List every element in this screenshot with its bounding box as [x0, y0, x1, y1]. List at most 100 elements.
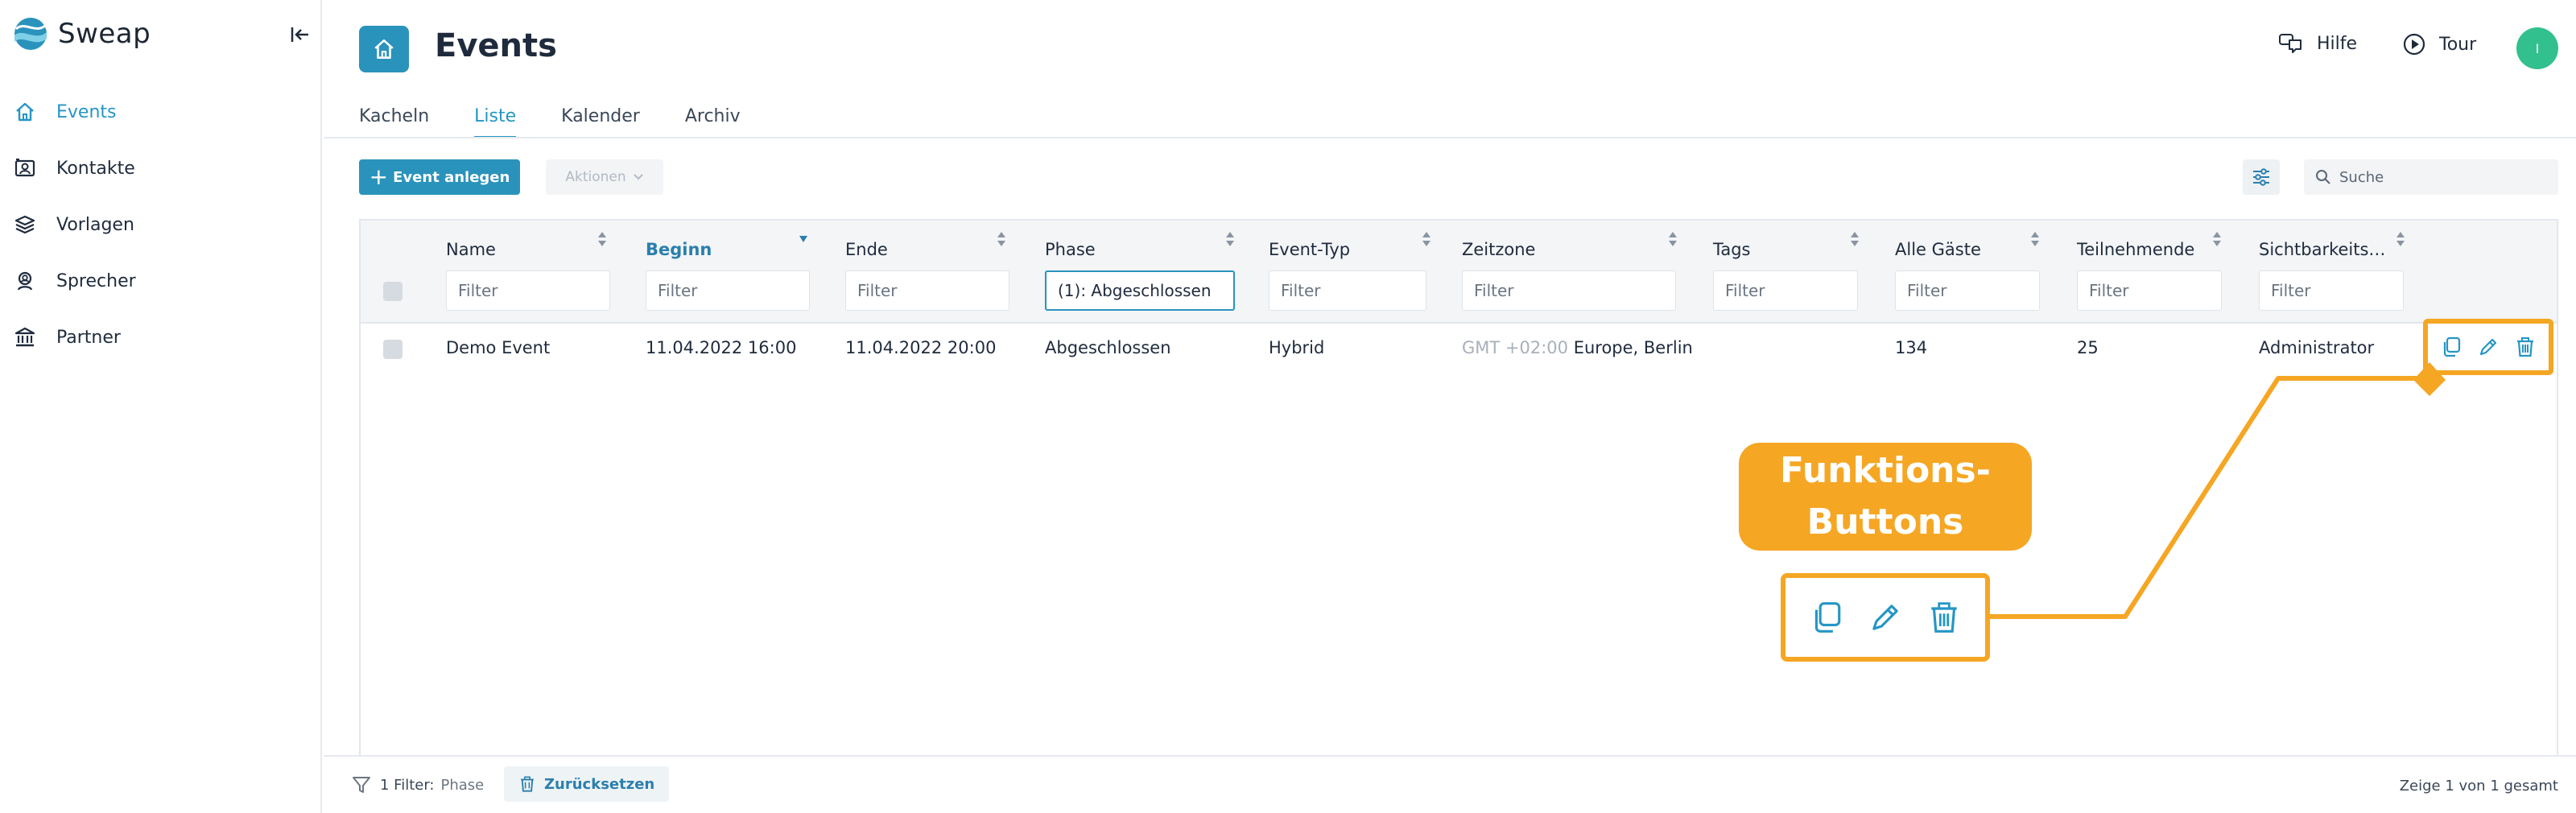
tabs-divider	[324, 137, 2576, 138]
sidebar: Sweap Events Kontakte Vorlagen Sprecher …	[0, 0, 322, 813]
sort-icon[interactable]	[1850, 230, 1860, 248]
sort-icon[interactable]	[1225, 230, 1235, 248]
actions-dropdown[interactable]: Aktionen	[546, 159, 663, 195]
sort-icon[interactable]	[1422, 230, 1431, 248]
edit-button[interactable]	[2475, 333, 2502, 361]
reset-filter-button[interactable]: Zurücksetzen	[504, 766, 670, 802]
column-header-ende[interactable]: Ende	[845, 233, 888, 266]
sidebar-item-kontakte[interactable]: Kontakte	[0, 140, 320, 196]
search-input[interactable]	[2339, 168, 2549, 186]
sweap-logo-icon	[14, 18, 47, 50]
filter-input-beginn[interactable]	[646, 270, 810, 311]
filter-input-zeitzone[interactable]	[1462, 270, 1676, 311]
chevron-down-icon	[633, 174, 643, 180]
timezone-offset: GMT +02:00	[1462, 338, 1569, 357]
filter-count: 1 Filter:	[380, 776, 435, 794]
cell-event-typ: Hybrid	[1269, 338, 1325, 357]
create-event-button[interactable]: + Event anlegen	[359, 159, 520, 195]
callout-label: Funktions-Buttons	[1739, 443, 2032, 551]
trash-icon	[518, 775, 536, 793]
edit-pencil-icon	[1872, 605, 1898, 630]
sidebar-nav: Events Kontakte Vorlagen Sprecher Partne…	[0, 84, 320, 365]
tour-button[interactable]: Tour	[2402, 32, 2476, 56]
column-header-sichtbarkeit[interactable]: Sichtbarkeits…	[2259, 233, 2385, 266]
sort-desc-icon[interactable]	[799, 235, 808, 243]
contact-card-icon	[13, 156, 37, 180]
cell-name: Demo Event	[446, 338, 551, 357]
create-event-label: Event anlegen	[393, 168, 510, 186]
search-icon	[2316, 170, 2330, 184]
sort-icon[interactable]	[997, 230, 1006, 248]
cell-ende: 11.04.2022 20:00	[845, 338, 997, 357]
column-header-name[interactable]: Name	[446, 233, 496, 266]
sliders-icon	[2253, 168, 2269, 186]
copy-icon	[1814, 602, 1840, 633]
column-header-teilnehmende[interactable]: Teilnehmende	[2077, 233, 2194, 266]
filter-input-sichtbarkeit[interactable]	[2259, 270, 2404, 311]
filter-input-alle-gaeste[interactable]	[1895, 270, 2040, 311]
cell-beginn: 11.04.2022 16:00	[646, 338, 797, 357]
sort-icon[interactable]	[2396, 230, 2405, 248]
pagination-info: Zeige 1 von 1 gesamt	[2399, 778, 2558, 794]
copy-icon	[2443, 336, 2461, 357]
collapse-left-icon	[291, 27, 308, 42]
search-box[interactable]	[2304, 159, 2558, 195]
table-footer: 1 Filter: Phase Zurücksetzen Zeige 1 von…	[324, 755, 2576, 813]
brand-name: Sweap	[58, 18, 151, 50]
column-header-phase[interactable]: Phase	[1045, 233, 1096, 266]
tab-archiv[interactable]: Archiv	[685, 106, 741, 138]
sidebar-item-vorlagen[interactable]: Vorlagen	[0, 196, 320, 253]
filter-input-ende[interactable]	[845, 270, 1009, 311]
sort-icon[interactable]	[2030, 230, 2040, 248]
filter-input-teilnehmende[interactable]	[2077, 270, 2222, 311]
filter-input-name[interactable]	[446, 270, 610, 311]
column-header-tags[interactable]: Tags	[1713, 233, 1751, 266]
delete-button[interactable]	[2512, 333, 2539, 361]
sidebar-item-label: Partner	[56, 327, 121, 348]
page-title: Events	[435, 27, 557, 64]
column-header-beginn[interactable]: Beginn	[646, 233, 712, 266]
column-header-alle-gaeste[interactable]: Alle Gäste	[1895, 233, 1981, 266]
callout-delete	[1924, 597, 1964, 638]
trash-icon	[1931, 602, 1958, 633]
tab-kacheln[interactable]: Kacheln	[359, 106, 429, 138]
help-label: Hilfe	[2317, 33, 2358, 54]
view-tabs: Kacheln Liste Kalender Archiv	[359, 106, 786, 138]
cell-phase: Abgeschlossen	[1045, 338, 1171, 357]
main-content: Events Hilfe Tour I Kacheln Liste Kalend…	[324, 0, 2576, 813]
column-header-event-typ[interactable]: Event-Typ	[1269, 233, 1350, 266]
sort-icon[interactable]	[1668, 230, 1678, 248]
help-button[interactable]: Hilfe	[2278, 32, 2357, 55]
copy-button[interactable]	[2438, 333, 2465, 361]
play-circle-icon	[2402, 32, 2426, 56]
row-checkbox[interactable]	[383, 340, 402, 359]
filter-input-event-typ[interactable]	[1269, 270, 1426, 311]
cell-sichtbarkeit: Administrator	[2259, 338, 2375, 357]
select-all-checkbox[interactable]	[383, 282, 402, 301]
sort-icon[interactable]	[2212, 230, 2222, 248]
cell-teilnehmende: 25	[2077, 338, 2099, 357]
filter-field: Phase	[440, 776, 485, 794]
edit-pencil-icon	[2479, 338, 2497, 356]
active-filter-info: 1 Filter: Phase	[351, 774, 484, 795]
sidebar-item-partner[interactable]: Partner	[0, 309, 320, 365]
sidebar-item-events[interactable]: Events	[0, 84, 320, 140]
sidebar-item-label: Events	[56, 101, 117, 122]
sidebar-item-sprecher[interactable]: Sprecher	[0, 253, 320, 309]
row-actions-highlight	[2423, 319, 2553, 375]
callout-icons-box	[1781, 573, 1990, 662]
column-settings-button[interactable]	[2243, 159, 2280, 195]
filter-input-tags[interactable]	[1713, 270, 1858, 311]
cell-alle-gaeste: 134	[1895, 338, 1928, 357]
filter-input-phase[interactable]	[1045, 270, 1235, 311]
tab-kalender[interactable]: Kalender	[561, 106, 640, 138]
reset-label: Zurücksetzen	[544, 775, 655, 793]
brand-logo[interactable]: Sweap	[11, 14, 151, 53]
collapse-sidebar-button[interactable]	[287, 21, 314, 48]
user-avatar[interactable]: I	[2516, 27, 2558, 69]
cell-zeitzone: GMT +02:00 Europe, Berlin	[1462, 338, 1693, 357]
sort-icon[interactable]	[597, 230, 607, 248]
column-header-zeitzone[interactable]: Zeitzone	[1462, 233, 1535, 266]
tab-liste[interactable]: Liste	[474, 106, 517, 138]
table-header: Name Beginn Ende Phase Event-Typ Zeitzon…	[361, 221, 2557, 324]
